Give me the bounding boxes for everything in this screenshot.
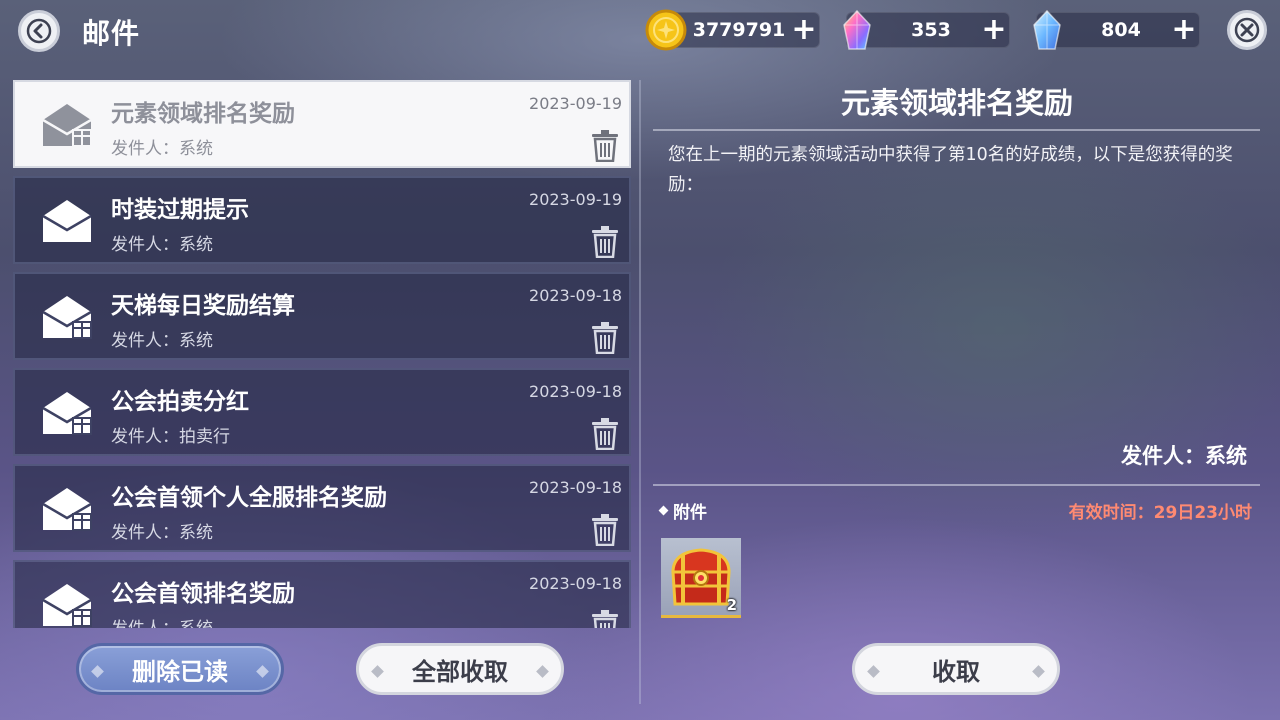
mail-gift-icon [41,580,95,628]
mail-list[interactable]: 元素领域排名奖励 发件人：系统 2023-09-19 时装过期提示 发件人：系统… [13,80,633,628]
detail-title: 元素领域排名奖励 [840,86,1073,120]
collect-label: 收取 [932,657,980,686]
mail-item[interactable]: 公会拍卖分红 发件人：拍卖行 2023-09-18 [13,368,631,456]
currency-rainbow-crystal: 353 + [843,9,1010,50]
mail-date: 2023-09-18 [529,574,622,593]
mail-sender: 发件人：系统 [111,614,213,628]
back-arrow-icon [26,18,52,44]
currency-gold: 3779791 + [645,9,820,51]
mail-sender: 发件人：拍卖行 [111,427,230,447]
mail-envelope-icon [41,196,95,250]
diamond-bullet-icon [658,505,669,516]
collect-button[interactable]: 收取 [852,643,1060,695]
add-blue-crystal-button[interactable]: + [1169,12,1199,48]
trash-icon[interactable] [591,514,619,550]
trash-icon[interactable] [591,610,619,628]
trash-icon[interactable] [591,130,619,166]
mail-item[interactable]: 公会首领排名奖励 发件人：系统 2023-09-18 [13,560,631,628]
detail-divider-bottom [653,484,1260,486]
mail-date: 2023-09-18 [529,286,622,305]
diamond-ornament-icon [91,665,104,678]
mail-date: 2023-09-19 [529,190,622,209]
collect-all-label: 全部收取 [412,657,508,686]
detail-divider-top [653,129,1260,131]
mail-title: 公会首领排名奖励 [111,581,295,607]
back-button[interactable] [18,10,60,52]
mail-sender: 发件人：系统 [111,331,213,351]
add-rainbow-crystal-button[interactable]: + [979,12,1009,48]
mail-gift-icon [41,292,95,346]
blue-crystal-icon [1027,7,1067,59]
mail-sender: 发件人：系统 [111,523,213,543]
opened-mail-gift-icon [41,100,95,154]
mail-title: 时装过期提示 [111,197,249,223]
mail-gift-icon [41,484,95,538]
validity-time: 有效时间：29日23小时 [1068,503,1252,523]
detail-body: 您在上一期的元素领域活动中获得了第10名的好成绩，以下是您获得的奖励： [668,145,1233,195]
mail-date: 2023-09-19 [529,94,622,113]
panel-divider [639,80,641,704]
trash-icon[interactable] [591,226,619,262]
mail-date: 2023-09-18 [529,478,622,497]
attachment-label: 附件 [673,503,707,523]
trash-icon[interactable] [591,322,619,358]
mail-item[interactable]: 时装过期提示 发件人：系统 2023-09-19 [13,176,631,264]
mail-gift-icon [41,388,95,442]
mail-item[interactable]: 天梯每日奖励结算 发件人：系统 2023-09-18 [13,272,631,360]
delete-read-label: 删除已读 [132,657,228,686]
diamond-ornament-icon [536,665,549,678]
mail-item[interactable]: 公会首领个人全服排名奖励 发件人：系统 2023-09-18 [13,464,631,552]
mail-title: 公会首领个人全服排名奖励 [111,485,387,511]
diamond-ornament-icon [1032,665,1045,678]
rainbow-crystal-icon [837,7,877,59]
attachment-item[interactable]: 2 [661,538,741,618]
mail-sender: 发件人：系统 [111,235,213,255]
mail-item[interactable]: 元素领域排名奖励 发件人：系统 2023-09-19 [13,80,631,168]
delete-read-button[interactable]: 删除已读 [76,643,284,695]
diamond-ornament-icon [256,665,269,678]
add-gold-button[interactable]: + [789,12,819,48]
diamond-ornament-icon [371,665,384,678]
mail-title: 元素领域排名奖励 [111,101,295,127]
mail-date: 2023-09-18 [529,382,622,401]
mail-sender: 发件人：系统 [111,139,213,159]
close-button[interactable] [1227,10,1267,50]
currency-blue-crystal: 804 + [1033,9,1200,50]
mail-title: 公会拍卖分红 [111,389,249,415]
item-count: 2 [726,596,737,614]
gold-coin-icon [643,7,689,57]
page-title: 邮件 [82,17,141,50]
trash-icon[interactable] [591,418,619,454]
detail-sender: 发件人：系统 [1121,444,1247,468]
mail-title: 天梯每日奖励结算 [111,293,295,319]
diamond-ornament-icon [867,665,880,678]
collect-all-button[interactable]: 全部收取 [356,643,564,695]
close-x-icon [1234,17,1260,43]
attachment-heading: 附件 [658,498,707,523]
